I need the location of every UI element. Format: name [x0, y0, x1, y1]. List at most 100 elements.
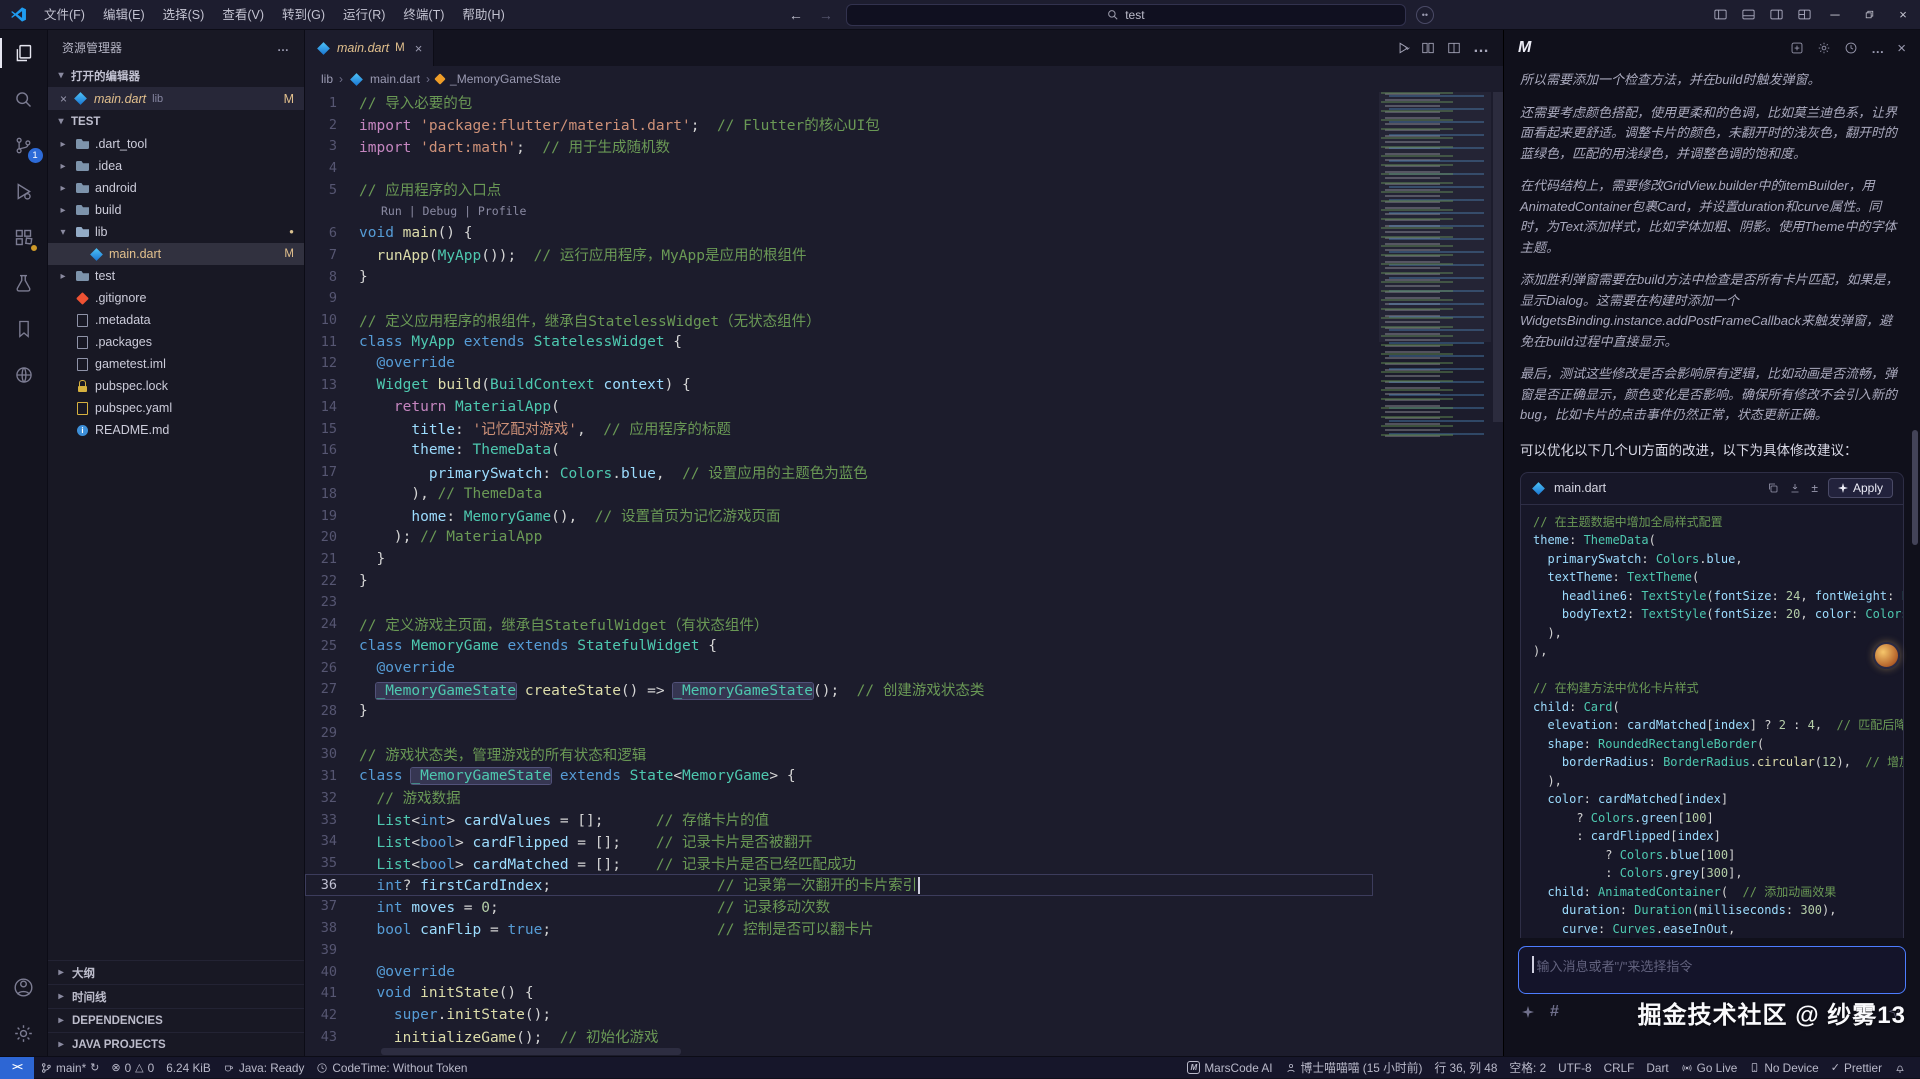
command-center-search[interactable]: test [846, 4, 1406, 26]
code-line-24[interactable]: 24// 定义游戏主页面，继承自StatefulWidget（有状态组件） [305, 613, 1373, 635]
tree-item-.idea[interactable]: ▸.idea [48, 155, 304, 177]
apply-button[interactable]: Apply [1828, 478, 1893, 498]
remote-explorer-icon[interactable] [0, 352, 48, 398]
code-line-42[interactable]: 42 super.initState(); [305, 1004, 1373, 1026]
minimap[interactable] [1379, 92, 1491, 1047]
code-line-14[interactable]: 14 return MaterialApp( [305, 396, 1373, 418]
open-editor-item[interactable]: × main.dart lib M [48, 87, 304, 110]
ai-settings-gear-icon[interactable] [1817, 41, 1831, 55]
project-section-header[interactable]: ▾ TEST [48, 110, 304, 133]
menu-item-6[interactable]: 终端(T) [394, 0, 453, 30]
code-line-30[interactable]: 30// 游戏状态类，管理游戏的所有状态和逻辑 [305, 744, 1373, 766]
toggle-panel-icon[interactable] [1734, 0, 1762, 30]
problems-status[interactable]: ⊗ 0 △ 0 [105, 1057, 160, 1079]
toggle-sidebar-icon[interactable] [1706, 0, 1734, 30]
ai-more-icon[interactable]: … [1871, 41, 1884, 56]
tab-main-dart[interactable]: main.dart M × [305, 30, 434, 66]
search-view-icon[interactable] [0, 76, 48, 122]
sidebar-section-大纲[interactable]: ▸大纲 [48, 960, 304, 984]
source-control-icon[interactable]: 1 [0, 122, 48, 168]
settings-gear-icon[interactable] [0, 1010, 48, 1056]
codelens-run-debug-profile[interactable]: Run | Debug | Profile [305, 201, 1373, 223]
git-branch-status[interactable]: main* ↻ [34, 1057, 105, 1079]
more-actions-icon[interactable]: … [1473, 39, 1489, 57]
code-line-33[interactable]: 33 List<int> cardValues = []; // 存储卡片的值 [305, 809, 1373, 831]
menu-item-7[interactable]: 帮助(H) [453, 0, 513, 30]
cursor-position-status[interactable]: 行 36, 列 48 [1428, 1057, 1503, 1079]
language-mode-status[interactable]: Dart [1640, 1057, 1674, 1079]
nav-forward-icon[interactable]: → [816, 7, 836, 23]
copilot-icon[interactable]: •• [1416, 6, 1434, 24]
code-line-22[interactable]: 22} [305, 570, 1373, 592]
code-line-40[interactable]: 40 @override [305, 961, 1373, 983]
tree-item-.metadata[interactable]: .metadata [48, 309, 304, 331]
code-line-13[interactable]: 13 Widget build(BuildContext context) { [305, 374, 1373, 396]
tree-item-pubspec.yaml[interactable]: pubspec.yaml [48, 397, 304, 419]
tree-item-README.md[interactable]: README.md [48, 419, 304, 441]
explorer-icon[interactable] [0, 30, 48, 76]
code-line-3[interactable]: 3import 'dart:math'; // 用于生成随机数 [305, 135, 1373, 157]
code-line-27[interactable]: 27 _MemoryGameState createState() => _Me… [305, 678, 1373, 700]
code-line-1[interactable]: 1// 导入必要的包 [305, 92, 1373, 114]
toggle-secondary-sidebar-icon[interactable] [1762, 0, 1790, 30]
encoding-status[interactable]: UTF-8 [1552, 1057, 1597, 1079]
code-line-15[interactable]: 15 title: '记忆配对游戏', // 应用程序的标题 [305, 418, 1373, 440]
context-hash-icon[interactable]: # [1550, 1003, 1559, 1021]
menu-item-4[interactable]: 转到(G) [273, 0, 334, 30]
sidebar-section-JAVA PROJECTS[interactable]: ▸JAVA PROJECTS [48, 1032, 304, 1056]
open-editors-section[interactable]: ▾ 打开的编辑器 [48, 64, 304, 87]
code-editor[interactable]: 1// 导入必要的包2import 'package:flutter/mater… [305, 92, 1503, 1056]
code-line-38[interactable]: 38 bool canFlip = true; // 控制是否可以翻卡片 [305, 917, 1373, 939]
code-line-23[interactable]: 23 [305, 592, 1373, 614]
nav-back-icon[interactable]: ← [786, 7, 806, 23]
new-chat-icon[interactable] [1790, 41, 1804, 55]
java-status[interactable]: Java: Ready [217, 1057, 311, 1079]
menu-item-0[interactable]: 文件(F) [35, 0, 94, 30]
code-line-37[interactable]: 37 int moves = 0; // 记录移动次数 [305, 896, 1373, 918]
menu-item-1[interactable]: 编辑(E) [94, 0, 154, 30]
editor-horizontal-scrollbar[interactable] [381, 1048, 681, 1055]
extensions-icon[interactable] [0, 214, 48, 260]
tree-item-.gitignore[interactable]: .gitignore [48, 287, 304, 309]
close-editor-icon[interactable]: × [60, 92, 67, 106]
eol-status[interactable]: CRLF [1598, 1057, 1641, 1079]
remote-indicator[interactable]: >< [0, 1057, 34, 1079]
breadcrumb-symbol[interactable]: _MemoryGameState [450, 72, 561, 86]
editor-vertical-scrollbar[interactable] [1493, 92, 1503, 422]
bookmarks-icon[interactable] [0, 306, 48, 352]
tree-item-lib[interactable]: ▾lib● [48, 221, 304, 243]
split-editor-icon[interactable] [1447, 41, 1461, 55]
account-icon[interactable] [0, 964, 48, 1010]
code-line-32[interactable]: 32 // 游戏数据 [305, 787, 1373, 809]
sidebar-section-时间线[interactable]: ▸时间线 [48, 984, 304, 1008]
tree-item-.dart_tool[interactable]: ▸.dart_tool [48, 133, 304, 155]
code-line-21[interactable]: 21 } [305, 548, 1373, 570]
skills-sparkle-icon[interactable] [1522, 1006, 1534, 1018]
code-line-7[interactable]: 7 runApp(MyApp()); // 运行应用程序，MyApp是应用的根组… [305, 244, 1373, 266]
code-line-39[interactable]: 39 [305, 939, 1373, 961]
code-line-34[interactable]: 34 List<bool> cardFlipped = []; // 记录卡片是… [305, 830, 1373, 852]
code-line-41[interactable]: 41 void initState() { [305, 982, 1373, 1004]
go-live-status[interactable]: Go Live [1675, 1057, 1744, 1079]
code-line-9[interactable]: 9 [305, 287, 1373, 309]
code-line-8[interactable]: 8} [305, 266, 1373, 288]
code-line-5[interactable]: 5// 应用程序的入口点 [305, 179, 1373, 201]
open-changes-icon[interactable] [1421, 41, 1435, 55]
code-line-28[interactable]: 28} [305, 700, 1373, 722]
tree-item-main.dart[interactable]: main.dartM [48, 243, 304, 265]
breadcrumb-file[interactable]: main.dart [370, 72, 420, 86]
tree-item-gametest.iml[interactable]: gametest.iml [48, 353, 304, 375]
menu-item-5[interactable]: 运行(R) [334, 0, 394, 30]
chat-input[interactable]: 输入消息或者"/"来选择指令 [1518, 946, 1906, 994]
menu-item-3[interactable]: 查看(V) [213, 0, 273, 30]
code-line-35[interactable]: 35 List<bool> cardMatched = []; // 记录卡片是… [305, 852, 1373, 874]
ai-panel-scrollbar[interactable] [1912, 430, 1918, 545]
code-line-12[interactable]: 12 @override [305, 353, 1373, 375]
tree-item-.packages[interactable]: .packages [48, 331, 304, 353]
code-line-36[interactable]: 36 int? firstCardIndex; // 记录第一次翻开的卡片索引 [305, 874, 1373, 896]
codetime-status[interactable]: CodeTime: Without Token [310, 1057, 473, 1079]
testing-icon[interactable] [0, 260, 48, 306]
sidebar-more-icon[interactable]: … [277, 40, 290, 54]
tree-item-build[interactable]: ▸build [48, 199, 304, 221]
code-line-17[interactable]: 17 primarySwatch: Colors.blue, // 设置应用的主… [305, 461, 1373, 483]
